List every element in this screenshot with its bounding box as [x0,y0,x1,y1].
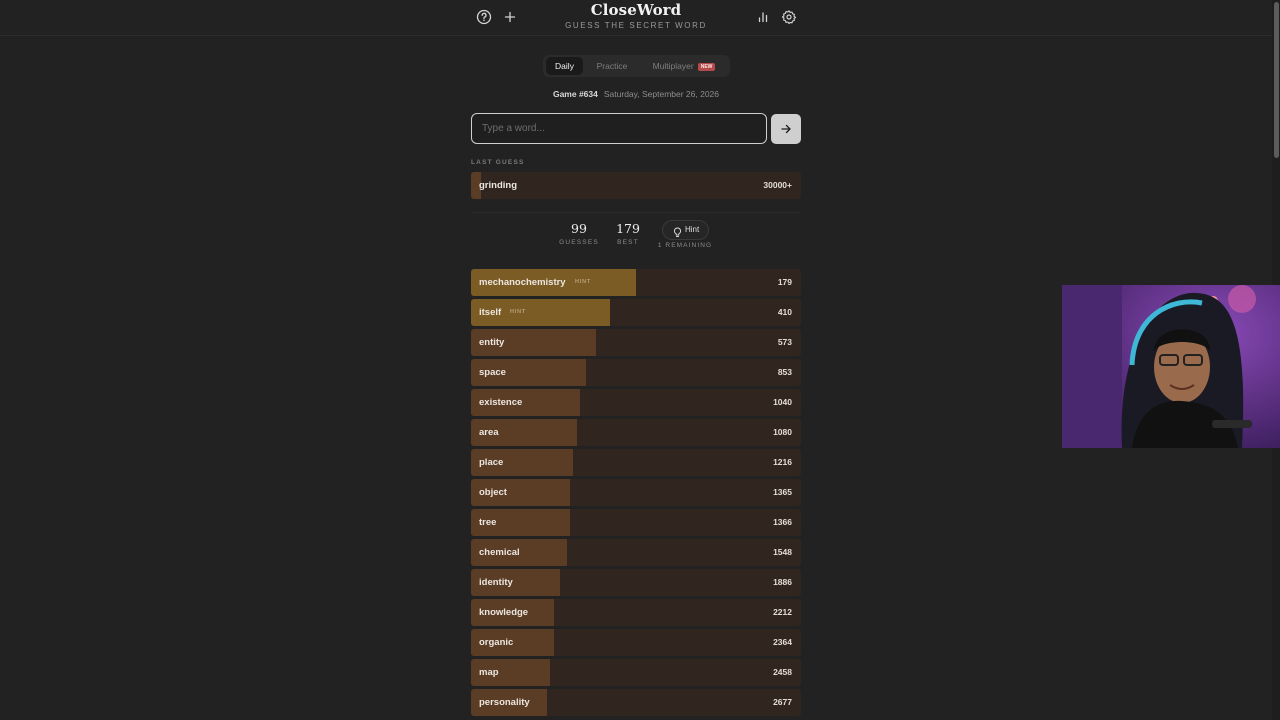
guesses-label: GUESSES [559,239,599,246]
guess-row: space 853 [471,359,801,386]
app-title: CloseWord [590,1,682,19]
guess-rank: 1080 [773,427,792,437]
tab-daily[interactable]: Daily [546,57,583,75]
guess-word: chemical [479,547,520,558]
guess-row: mechanochemistry HINT 179 [471,269,801,296]
guess-rank: 410 [777,307,792,317]
streamer-photo [1062,285,1280,448]
guess-rank: 2458 [773,667,792,677]
guess-word: personality [479,697,530,708]
guess-rank: 1886 [773,577,792,587]
hints-remaining: 1 REMAINING [657,242,713,249]
top-bar: CloseWord GUESS THE SECRET WORD [0,0,1272,36]
last-guess-label: LAST GUESS [471,159,525,166]
guess-word: itself [479,307,502,318]
guess-rank: 1365 [773,487,792,497]
guess-word: object [479,487,507,498]
best-rank: 179 [616,221,640,236]
submit-button[interactable] [771,114,801,144]
guess-word: place [479,457,504,468]
guess-row: identity 1886 [471,569,801,596]
tab-daily-label: Daily [555,61,574,71]
guess-rank: 2212 [773,607,792,617]
guess-word: knowledge [479,607,529,618]
section-divider [471,212,801,213]
tab-practice[interactable]: Practice [587,57,637,75]
guess-word: organic [479,637,514,648]
guess-word: space [479,367,506,378]
guess-word: map [479,667,499,678]
hint-tag: HINT [575,279,592,285]
guess-word: entity [479,337,505,348]
guess-row: personality 2677 [471,689,801,716]
help-circle-icon[interactable] [476,9,492,25]
guess-rank: 1216 [773,457,792,467]
guess-word: area [479,427,499,438]
guess-word: identity [479,577,513,588]
game-number: Game #634 [552,89,598,99]
guess-rank: 573 [777,337,792,347]
guess-row: place 1216 [471,449,801,476]
guess-rank: 2677 [773,697,792,707]
guess-row: existence 1040 [471,389,801,416]
guess-row: knowledge 2212 [471,599,801,626]
guess-row: chemical 1548 [471,539,801,566]
hint-tag: HINT [510,309,527,315]
best-label: BEST [617,239,639,246]
plus-icon[interactable] [502,9,518,25]
new-badge: NEW [697,63,716,71]
tab-multiplayer-label: Multiplayer [652,61,694,71]
hint-button[interactable]: Hint [662,220,709,240]
guess-word: existence [479,397,523,408]
guess-rank: 2364 [773,637,792,647]
mode-tabs: Daily Practice Multiplayer NEW [543,55,730,77]
guess-row: organic 2364 [471,629,801,656]
tab-multiplayer[interactable]: Multiplayer NEW [641,57,727,75]
guess-rank: 1040 [773,397,792,407]
word-input[interactable] [471,113,767,144]
guess-rank: 1548 [773,547,792,557]
tab-practice-label: Practice [596,61,628,71]
guess-row: map 2458 [471,659,801,686]
guess-row: area 1080 [471,419,801,446]
bar-chart-icon[interactable] [755,9,771,25]
lightbulb-icon [673,225,682,243]
guess-row: entity 573 [471,329,801,356]
guesses-count: 99 [571,221,587,236]
guess-rank: 179 [777,277,792,287]
guess-rank: 1366 [773,517,792,527]
guess-word: tree [479,517,497,528]
last-guess-rank: 30000+ [763,180,792,190]
game-date: Saturday, September 26, 2026 [603,89,720,99]
page-scrollbar-thumb[interactable] [1274,2,1279,158]
guess-rank: 853 [777,367,792,377]
arrow-right-icon [781,124,791,134]
last-guess-word: grinding [479,180,517,191]
guess-word: mechanochemistry [479,277,566,288]
hint-button-label: Hint [685,225,700,234]
app-subtitle: GUESS THE SECRET WORD [565,21,707,30]
game-info: Game #634 Saturday, September 26, 2026 [472,89,800,99]
webcam-overlay [1062,285,1280,448]
last-guess-row: grinding 30000+ [471,172,801,199]
guess-row: object 1365 [471,479,801,506]
guess-row: tree 1366 [471,509,801,536]
guess-row: itself HINT 410 [471,299,801,326]
gear-icon[interactable] [781,9,797,25]
